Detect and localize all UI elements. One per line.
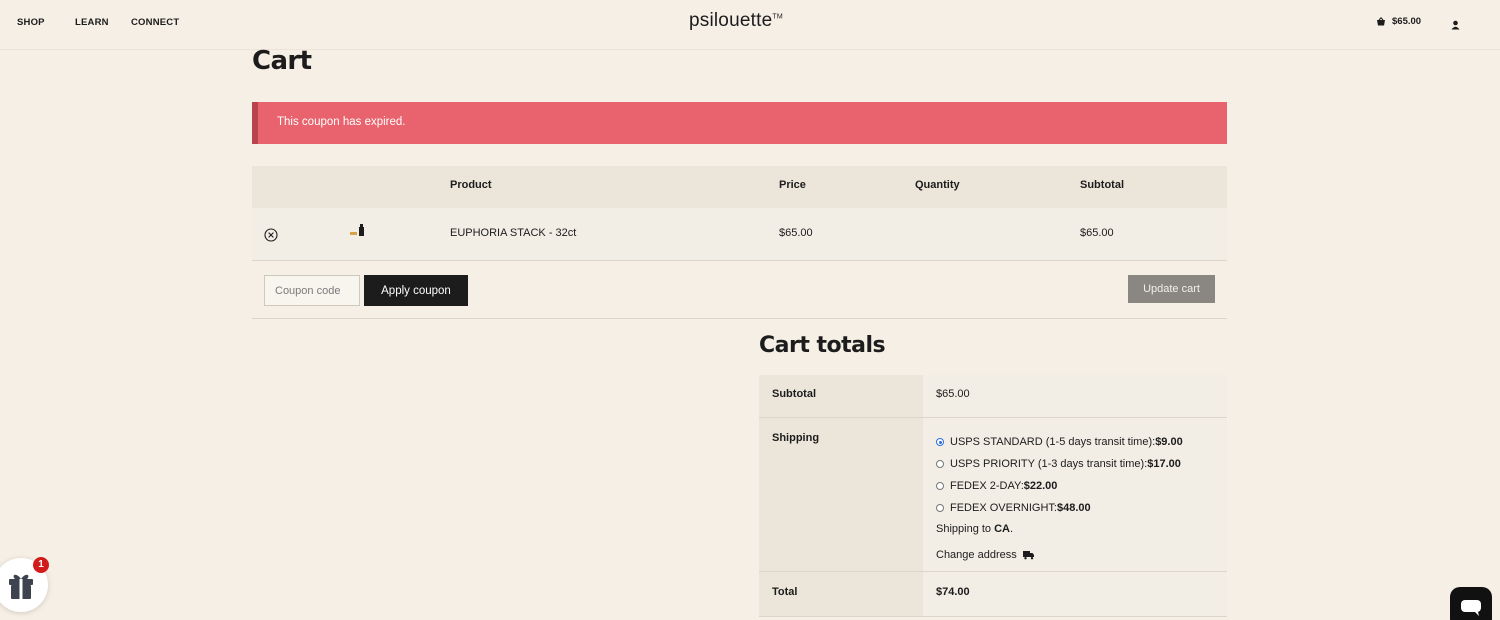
- shipping-option-usps-standard[interactable]: USPS STANDARD (1-5 days transit time): $…: [936, 431, 1227, 453]
- radio-unselected[interactable]: [936, 482, 944, 490]
- main-nav: SHOP LEARN CONNECT: [17, 17, 179, 28]
- shipping-option-price: $22.00: [1023, 480, 1058, 492]
- shipping-option-label: FEDEX OVERNIGHT:: [950, 502, 1057, 514]
- shipping-row: Shipping USPS STANDARD (1-5 days transit…: [759, 418, 1227, 572]
- subtotal-value: $65.00: [923, 375, 1227, 417]
- coupon-code-input[interactable]: [264, 275, 360, 306]
- shipping-option-fedex-overnight[interactable]: FEDEX OVERNIGHT: $48.00: [936, 497, 1227, 519]
- shipping-option-price: $17.00: [1147, 458, 1181, 470]
- nav-learn[interactable]: LEARN: [75, 17, 131, 28]
- apply-coupon-button[interactable]: Apply coupon: [364, 275, 468, 306]
- radio-selected[interactable]: [936, 438, 944, 446]
- shipping-option-label: FEDEX 2-DAY:: [950, 480, 1024, 492]
- error-notice: This coupon has expired.: [252, 102, 1227, 144]
- shipping-option-fedex-2day[interactable]: FEDEX 2-DAY: $22.00: [936, 475, 1227, 497]
- shipping-option-label: USPS PRIORITY (1-3 days transit time):: [950, 458, 1148, 470]
- shipping-to-prefix: Shipping to: [936, 523, 995, 535]
- nav-shop[interactable]: SHOP: [17, 17, 75, 28]
- chat-bubble-icon: [1461, 600, 1481, 616]
- product-subtotal: $65.00: [1080, 227, 1114, 239]
- header-price: Price: [779, 179, 806, 191]
- trademark-mark: TM: [772, 13, 783, 21]
- header-subtotal: Subtotal: [1080, 179, 1124, 191]
- shipping-to-suffix: .: [1010, 523, 1014, 535]
- shipping-option-price: $48.00: [1056, 502, 1091, 514]
- shipping-region: CA: [994, 523, 1010, 535]
- remove-item-icon[interactable]: [264, 228, 278, 245]
- total-label: Total: [759, 572, 923, 616]
- shipping-label: Shipping: [759, 418, 923, 571]
- subtotal-row: Subtotal $65.00: [759, 375, 1227, 418]
- cart-actions: Apply coupon Update cart: [252, 261, 1227, 319]
- cart-totals-title: Cart totals: [759, 333, 886, 358]
- brand-name: psilouette: [689, 10, 773, 31]
- header-product: Product: [450, 179, 492, 191]
- error-message: This coupon has expired.: [277, 116, 406, 128]
- truck-icon: [1022, 550, 1034, 559]
- chat-widget[interactable]: [1450, 587, 1492, 620]
- change-address-link[interactable]: Change address: [936, 541, 1227, 563]
- mini-cart[interactable]: $65.00: [1376, 16, 1421, 27]
- cart-table-header: Product Price Quantity Subtotal: [252, 166, 1227, 208]
- product-name-link[interactable]: EUPHORIA STACK - 32ct: [450, 227, 576, 239]
- basket-icon: [1377, 17, 1385, 26]
- cart-table: Product Price Quantity Subtotal EUPHORIA…: [252, 166, 1227, 261]
- radio-unselected[interactable]: [936, 460, 944, 468]
- brand-logo[interactable]: psilouetteTM: [689, 10, 783, 32]
- shipping-options: USPS STANDARD (1-5 days transit time): $…: [923, 418, 1227, 571]
- account-icon[interactable]: [1451, 17, 1460, 35]
- change-address-label: Change address: [936, 548, 1017, 561]
- nav-connect[interactable]: CONNECT: [131, 17, 179, 28]
- update-cart-button[interactable]: Update cart: [1128, 275, 1215, 303]
- shipping-option-usps-priority[interactable]: USPS PRIORITY (1-3 days transit time): $…: [936, 453, 1227, 475]
- shipping-destination: Shipping to CA.: [936, 519, 1227, 541]
- shipping-option-label: USPS STANDARD (1-5 days transit time):: [950, 436, 1156, 448]
- top-navigation: SHOP LEARN CONNECT psilouetteTM $65.00: [0, 0, 1500, 50]
- page-title: Cart: [252, 46, 312, 76]
- rewards-badge: 1: [33, 557, 49, 573]
- subtotal-label: Subtotal: [759, 375, 923, 417]
- mini-cart-total: $65.00: [1392, 16, 1422, 27]
- header-quantity: Quantity: [915, 179, 960, 191]
- radio-unselected[interactable]: [936, 504, 944, 512]
- product-thumbnail[interactable]: [350, 224, 368, 241]
- shipping-option-price: $9.00: [1155, 436, 1183, 448]
- total-value: $74.00: [923, 572, 1227, 616]
- cart-item-row: EUPHORIA STACK - 32ct $65.00 $65.00: [252, 208, 1227, 261]
- cart-totals-table: Subtotal $65.00 Shipping USPS STANDARD (…: [759, 375, 1227, 617]
- total-row: Total $74.00: [759, 572, 1227, 617]
- product-price: $65.00: [779, 227, 813, 239]
- gift-icon: [9, 574, 33, 599]
